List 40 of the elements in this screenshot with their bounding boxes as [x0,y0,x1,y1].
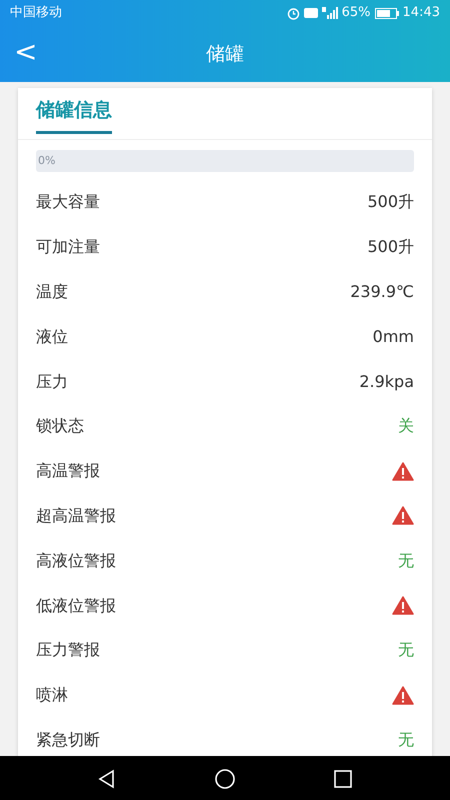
status-value: 无 [398,639,414,662]
triangle-icon [96,768,117,789]
alarm-icon [286,6,300,20]
row-value: 239.9℃ [350,280,414,303]
warning-icon [392,686,414,705]
square-icon [333,768,354,789]
warning-icon [392,506,414,526]
row-label: 喷淋 [36,684,68,706]
row-value: 500升 [367,236,414,258]
carrier-name: 中国移动 [10,4,62,22]
row-value: 0mm [372,326,414,348]
status-value: 无 [398,550,414,572]
row-label: 高液位警报 [36,550,116,572]
status-value: 无 [398,728,414,751]
row-label: 液位 [36,326,68,348]
row-label: 超高温警报 [36,504,116,527]
row-value: 2.9kpa [359,370,414,393]
battery-icon [374,8,399,18]
row-label: 最大容量 [36,191,100,214]
row-label: 锁状态 [36,415,84,438]
battery-percent: 65% [342,4,371,22]
row-label: 温度 [36,280,68,303]
circle-icon [214,768,236,790]
back-button[interactable]: < [8,34,44,70]
row-value: 500升 [367,191,414,214]
status-value: 关 [398,415,414,438]
warning-icon [392,462,414,481]
progress-label: 0% [38,153,56,169]
row-label: 压力 [36,370,68,393]
section-tab[interactable]: 储罐信息 [36,88,112,134]
row-label: 低液位警报 [36,594,116,617]
hd-icon [304,8,318,18]
row-label: 压力警报 [36,639,100,662]
row-label: 紧急切断 [36,728,100,751]
signal-icon [322,7,338,19]
row-label: 可加注量 [36,236,100,258]
page-title: 储罐 [206,42,244,67]
warning-icon [392,596,414,616]
clock-time: 14:43 [402,4,440,22]
row-label: 高温警报 [36,460,100,482]
